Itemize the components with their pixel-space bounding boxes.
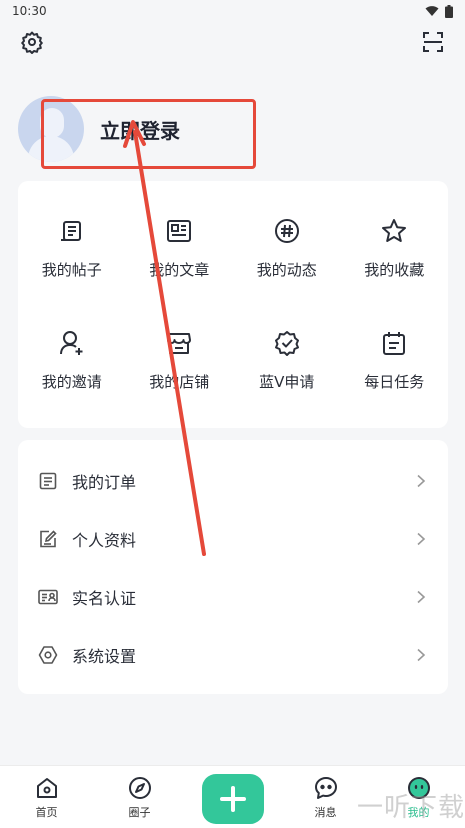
- hashtag-icon: [274, 219, 299, 243]
- home-icon: [36, 778, 57, 798]
- grid-item-daily-tasks[interactable]: 每日任务: [341, 329, 449, 405]
- plus-icon: [219, 786, 246, 812]
- grid-item-label: 我的收藏: [364, 261, 425, 279]
- grid-item-invites[interactable]: 我的邀请: [18, 329, 126, 405]
- star-icon: [382, 219, 407, 242]
- tab-circle[interactable]: 圈子: [105, 766, 175, 820]
- grid-item-shop[interactable]: 我的店铺: [126, 329, 234, 405]
- grid-item-moments[interactable]: 我的动态: [233, 217, 341, 293]
- scan-icon[interactable]: [419, 28, 447, 56]
- grid-item-label: 每日任务: [364, 373, 425, 391]
- post-icon: [60, 221, 81, 241]
- profile-header[interactable]: 立即登录: [18, 94, 180, 164]
- status-time: 10:30: [12, 4, 47, 18]
- list-item-label: 个人资料: [72, 531, 137, 550]
- grid-item-favorites[interactable]: 我的收藏: [341, 217, 449, 293]
- tab-label: 首页: [35, 806, 58, 819]
- id-card-icon: [38, 587, 58, 607]
- grid-item-posts[interactable]: 我的帖子: [18, 217, 126, 293]
- settings-gear-icon[interactable]: [18, 28, 46, 56]
- chevron-right-icon: [417, 590, 426, 604]
- grid-item-label: 蓝V申请: [259, 373, 315, 391]
- chat-icon: [314, 777, 337, 799]
- status-bar: 10:30: [0, 0, 465, 22]
- shop-icon: [167, 333, 192, 354]
- battery-icon: [445, 4, 453, 18]
- tab-mine[interactable]: 我的: [384, 766, 454, 820]
- list-item-real-name[interactable]: 实名认证: [18, 568, 448, 626]
- edit-profile-icon: [38, 529, 58, 549]
- grid-item-label: 我的店铺: [149, 373, 210, 391]
- grid-item-label: 我的文章: [149, 261, 210, 279]
- profile-face-icon: [407, 777, 430, 799]
- tab-add[interactable]: [198, 766, 268, 824]
- chevron-right-icon: [417, 474, 426, 488]
- top-actions: [0, 28, 465, 58]
- grid-item-label: 我的邀请: [41, 373, 102, 391]
- list-item-profile[interactable]: 个人资料: [18, 510, 448, 568]
- wifi-icon: [425, 6, 439, 16]
- list-item-orders[interactable]: 我的订单: [18, 452, 448, 510]
- article-icon: [167, 220, 192, 242]
- menu-list-card: 我的订单 个人资料 实名认证 系统设置: [18, 440, 448, 694]
- feature-grid: 我的帖子 我的文章 我的动态 我的收藏 我的邀请 我的店铺 蓝V申请 每日任务: [18, 181, 448, 405]
- list-item-label: 我的订单: [72, 473, 137, 492]
- tab-label: 圈子: [128, 806, 151, 819]
- compass-icon: [128, 777, 151, 799]
- list-item-label: 实名认证: [72, 589, 137, 608]
- verified-badge-icon: [274, 331, 299, 356]
- chevron-right-icon: [417, 648, 426, 662]
- avatar[interactable]: [18, 96, 84, 162]
- grid-item-articles[interactable]: 我的文章: [126, 217, 234, 293]
- grid-item-label: 我的帖子: [41, 261, 102, 279]
- add-post-button[interactable]: [201, 774, 264, 824]
- tab-label: 我的: [407, 806, 430, 819]
- list-item-label: 系统设置: [72, 647, 137, 666]
- tab-home[interactable]: 首页: [12, 766, 82, 820]
- settings-hex-icon: [38, 645, 58, 665]
- bottom-tab-bar: 首页 圈子 消息 我的: [0, 765, 465, 828]
- list-item-system-settings[interactable]: 系统设置: [18, 626, 448, 684]
- calendar-task-icon: [383, 332, 406, 355]
- order-list-icon: [38, 471, 58, 491]
- login-button[interactable]: 立即登录: [100, 115, 180, 144]
- feature-grid-card: 我的帖子 我的文章 我的动态 我的收藏 我的邀请 我的店铺 蓝V申请 每日任务: [18, 181, 448, 428]
- invite-user-icon: [59, 331, 83, 355]
- status-icons: [425, 4, 453, 18]
- tab-messages[interactable]: 消息: [291, 766, 361, 820]
- grid-item-label: 我的动态: [256, 261, 317, 279]
- tab-label: 消息: [314, 806, 337, 819]
- grid-item-blue-v[interactable]: 蓝V申请: [233, 329, 341, 405]
- chevron-right-icon: [417, 532, 426, 546]
